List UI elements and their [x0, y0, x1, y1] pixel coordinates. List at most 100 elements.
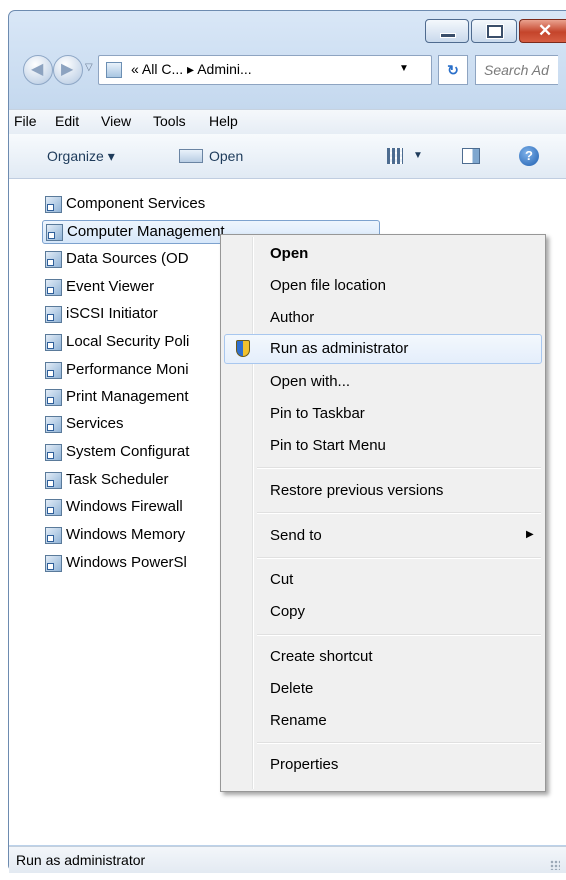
menu-item-pin-to-start-menu[interactable]: Pin to Start Menu — [224, 431, 542, 461]
menu-item-copy[interactable]: Copy — [224, 597, 542, 627]
menu-view[interactable]: View — [101, 113, 131, 129]
menu-item-run-as-administrator[interactable]: Run as administrator — [224, 334, 542, 364]
menu-item-label: Restore previous versions — [270, 482, 444, 499]
menu-item-label: Create shortcut — [270, 648, 373, 665]
menu-file[interactable]: File — [14, 113, 37, 129]
shortcut-icon — [45, 306, 62, 323]
menu-item-label: Open with... — [270, 373, 351, 390]
search-placeholder: Search Ad — [484, 62, 549, 78]
item-label: Performance Moni — [66, 361, 189, 378]
menu-item-label: Pin to Taskbar — [270, 405, 365, 422]
menu-item-label: Open file location — [270, 277, 386, 294]
address-bar[interactable]: « All C... ▸ Admini... ▼ — [98, 55, 432, 85]
menu-item-label: Copy — [270, 603, 306, 620]
shortcut-icon — [45, 362, 62, 379]
refresh-icon: ↻ — [447, 62, 459, 78]
item-label: Services — [66, 415, 124, 432]
menu-separator — [257, 634, 541, 636]
menu-item-label: Open — [270, 245, 309, 262]
menu-separator — [257, 512, 541, 514]
menu-item-label: Delete — [270, 680, 314, 697]
open-button[interactable]: Open — [209, 148, 243, 164]
item-label: Windows PowerSl — [66, 554, 187, 571]
item-label: Local Security Poli — [66, 333, 190, 350]
item-label: System Configurat — [66, 443, 190, 460]
shortcut-icon — [45, 527, 62, 544]
menu-item-open-file-location[interactable]: Open file location — [224, 271, 542, 301]
close-button[interactable]: ✕ — [519, 19, 566, 43]
menu-item-restore-previous-versions[interactable]: Restore previous versions — [224, 476, 542, 506]
breadcrumb-administrative-tools[interactable]: Admini... — [197, 61, 251, 77]
menu-item-open-with[interactable]: Open with... — [224, 367, 542, 397]
forward-arrow-icon: ▶ — [61, 61, 74, 78]
menu-item-create-shortcut[interactable]: Create shortcut — [224, 642, 542, 672]
menu-item-pin-to-taskbar[interactable]: Pin to Taskbar — [224, 399, 542, 429]
shortcut-icon — [45, 389, 62, 406]
breadcrumb-root-chevron[interactable]: « — [131, 61, 139, 77]
shortcut-icon — [45, 334, 62, 351]
menu-item-label: Send to — [270, 527, 322, 544]
item-label: Computer Management — [67, 223, 225, 240]
menu-separator — [257, 467, 541, 469]
menu-item-cut[interactable]: Cut — [224, 565, 542, 595]
recent-pages-dropdown-icon[interactable]: ▽ — [85, 62, 93, 73]
item-label: Windows Memory — [66, 526, 186, 543]
menu-item-label: Rename — [270, 712, 327, 729]
minimize-icon — [440, 33, 456, 38]
shortcut-icon — [46, 224, 63, 241]
item-label: Windows Firewall — [66, 498, 183, 515]
breadcrumb-separator-icon[interactable]: ▸ — [187, 61, 194, 77]
item-label: Event Viewer — [66, 278, 155, 295]
menu-item-send-to[interactable]: Send to ▶ — [224, 521, 542, 551]
breadcrumb-all-control-panel[interactable]: All C... — [142, 61, 183, 77]
uac-shield-icon — [236, 340, 250, 357]
status-bar: Run as administrator — [9, 846, 566, 873]
menu-tools[interactable]: Tools — [153, 113, 186, 129]
menu-item-properties[interactable]: Properties — [224, 750, 542, 780]
menu-edit[interactable]: Edit — [55, 113, 79, 129]
shortcut-icon — [45, 251, 62, 268]
minimize-button[interactable] — [425, 19, 469, 43]
resize-grip-icon[interactable] — [550, 860, 560, 870]
refresh-button[interactable]: ↻ — [438, 55, 468, 85]
submenu-arrow-icon: ▶ — [526, 529, 534, 540]
menu-item-open[interactable]: Open — [224, 239, 542, 269]
shortcut-icon — [45, 444, 62, 461]
menu-bar: File Edit View Tools Help — [9, 109, 566, 135]
address-dropdown-icon[interactable]: ▼ — [399, 63, 409, 74]
menu-item-label: Run as administrator — [270, 340, 409, 357]
back-button[interactable]: ◀ — [23, 55, 53, 85]
menu-item-label: Cut — [270, 571, 294, 588]
menu-item-author[interactable]: Author — [224, 303, 542, 333]
item-label: Component Services — [66, 195, 206, 212]
breadcrumb: « All C... ▸ Admini... — [131, 61, 252, 78]
help-icon[interactable]: ? — [519, 146, 539, 166]
item-label: iSCSI Initiator — [66, 305, 158, 322]
preview-pane-icon[interactable] — [462, 148, 480, 164]
shortcut-icon — [45, 196, 62, 213]
forward-button[interactable]: ▶ — [53, 55, 83, 85]
organize-button[interactable]: Organize ▾ — [47, 148, 115, 165]
back-arrow-icon: ◀ — [31, 61, 44, 78]
status-text: Run as administrator — [16, 852, 146, 868]
item-label: Data Sources (OD — [66, 250, 189, 267]
shortcut-icon — [45, 499, 62, 516]
change-view-icon[interactable] — [387, 148, 403, 164]
admin-tools-folder-icon — [106, 62, 122, 78]
shortcut-icon — [45, 555, 62, 572]
command-bar: Organize ▾ Open ▼ ? — [9, 134, 566, 179]
maximize-button[interactable] — [471, 19, 517, 43]
open-icon — [179, 149, 203, 163]
item-label: Print Management — [66, 388, 189, 405]
menu-separator — [257, 742, 541, 744]
menu-item-rename[interactable]: Rename — [224, 706, 542, 736]
menu-item-delete[interactable]: Delete — [224, 674, 542, 704]
close-icon: ✕ — [538, 21, 553, 40]
menu-help[interactable]: Help — [209, 113, 238, 129]
context-menu: Open Open file location Author Run as ad… — [220, 234, 546, 792]
search-input[interactable]: Search Ad — [475, 55, 558, 85]
item-label: Task Scheduler — [66, 471, 169, 488]
view-options-dropdown-icon[interactable]: ▼ — [413, 150, 423, 161]
menu-separator — [257, 557, 541, 559]
shortcut-icon — [45, 416, 62, 433]
